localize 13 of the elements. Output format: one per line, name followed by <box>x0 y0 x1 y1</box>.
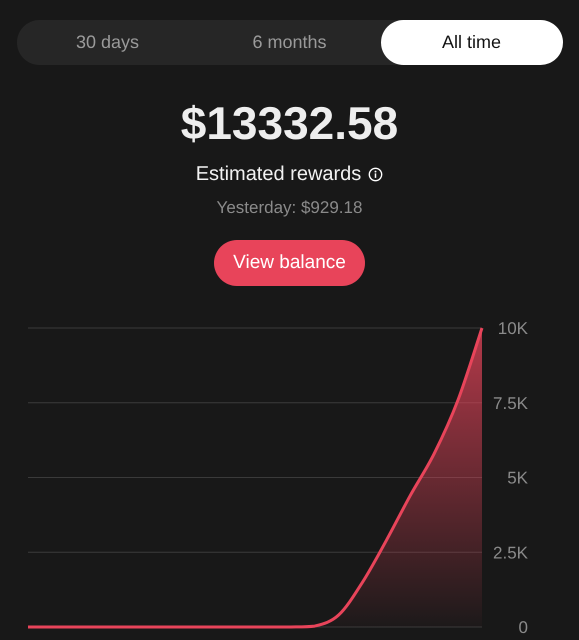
y-axis-label: 0 <box>518 618 528 635</box>
yesterday-rewards: Yesterday: $929.18 <box>216 198 362 218</box>
period-tab[interactable]: 6 months <box>198 20 380 65</box>
y-axis-label: 5K <box>507 468 528 488</box>
info-icon[interactable] <box>368 167 384 182</box>
y-axis-label: 7.5K <box>493 394 528 413</box>
period-tab[interactable]: 30 days <box>16 20 198 65</box>
view-balance-button[interactable]: View balance <box>214 240 365 286</box>
rewards-label: Estimated rewards <box>196 163 362 186</box>
period-tab[interactable]: All time <box>380 20 562 65</box>
rewards-amount: $13332.58 <box>180 96 398 151</box>
y-axis-label: 2.5K <box>493 543 528 562</box>
y-axis-label: 10K <box>498 319 528 338</box>
